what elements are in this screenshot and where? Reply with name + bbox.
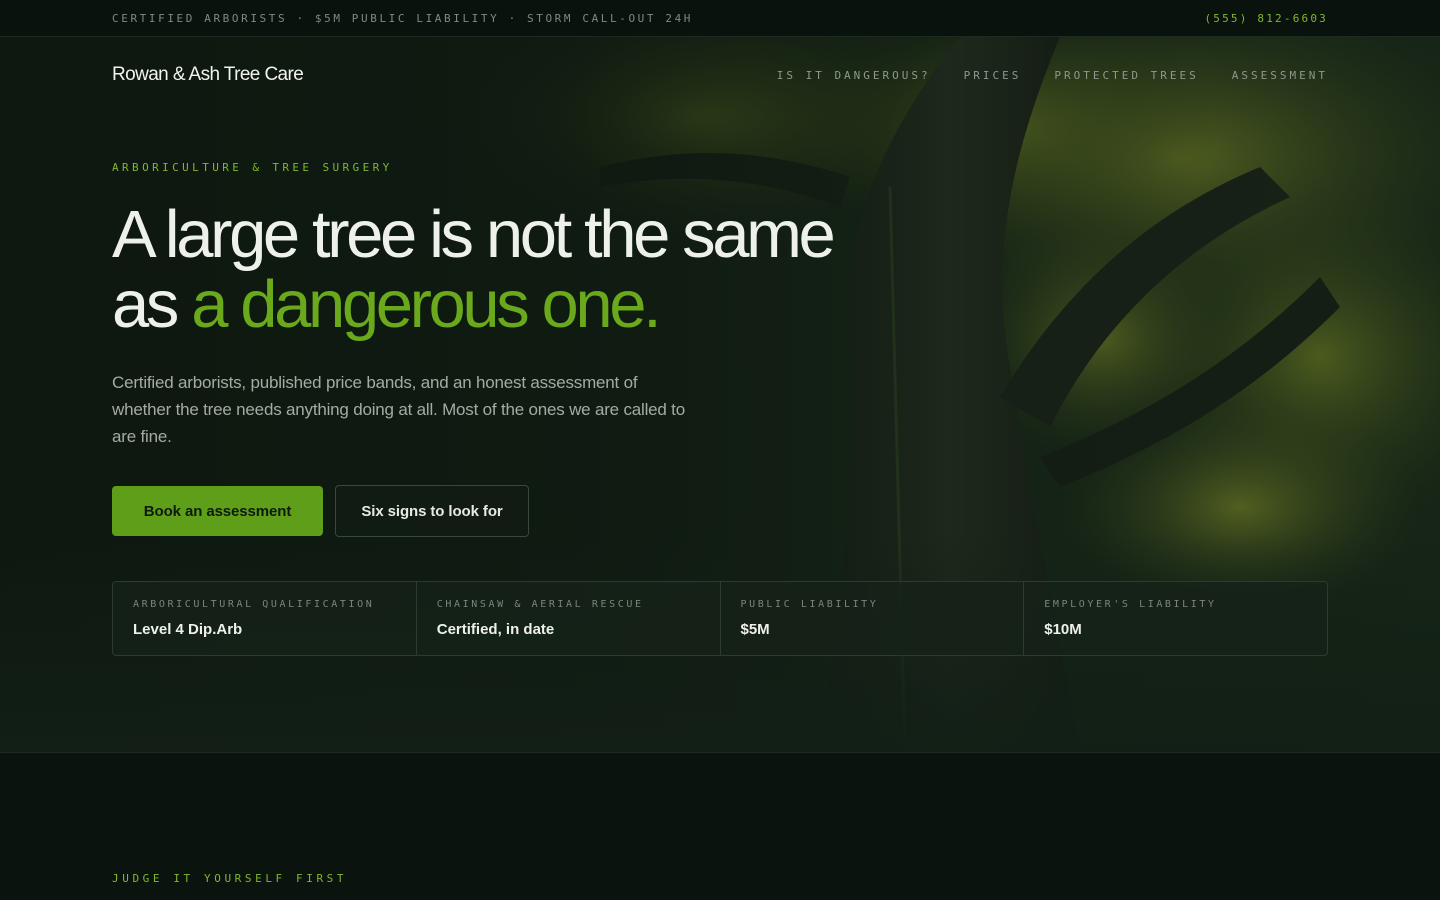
stat-employers-liability: EMPLOYER'S LIABILITY $10M (1024, 582, 1327, 655)
headline-line-1: A large tree is not the same (112, 197, 836, 272)
headline-accent: a dangerous one. (191, 267, 662, 342)
credentials-panel: ARBORICULTURAL QUALIFICATION Level 4 Dip… (112, 581, 1328, 656)
phone-link[interactable]: (555) 812-6603 (1204, 12, 1328, 25)
stat-value: Level 4 Dip.Arb (133, 621, 243, 638)
stat-label: EMPLOYER'S LIABILITY (1044, 599, 1217, 610)
section-eyebrow: JUDGE IT YOURSELF FIRST (112, 872, 348, 885)
hero-lede: Certified arborists, published price ban… (112, 373, 685, 446)
stat-chainsaw: CHAINSAW & AERIAL RESCUE Certified, in d… (417, 582, 721, 655)
stat-public-liability: PUBLIC LIABILITY $5M (721, 582, 1025, 655)
hero-section: Rowan & Ash Tree Care IS IT DANGEROUS? P… (0, 37, 1440, 753)
stat-value: $5M (740, 621, 770, 638)
main-nav: Rowan & Ash Tree Care IS IT DANGEROUS? P… (112, 61, 1328, 89)
nav-link-is-it-dangerous[interactable]: IS IT DANGEROUS? (777, 69, 931, 82)
stat-value: Certified, in date (436, 621, 555, 638)
hero-buttons: Book an assessment Six signs to look for (112, 485, 529, 537)
brand-logo[interactable]: Rowan & Ash Tree Care (112, 64, 304, 86)
stat-qualification: ARBORICULTURAL QUALIFICATION Level 4 Dip… (113, 582, 417, 655)
stat-label: CHAINSAW & AERIAL RESCUE (436, 599, 644, 610)
headline-line-2-prefix: as (112, 267, 192, 342)
credentials-strip: CERTIFIED ARBORISTS · $5M PUBLIC LIABILI… (112, 11, 694, 25)
stat-value: $10M (1044, 621, 1082, 638)
stat-label: ARBORICULTURAL QUALIFICATION (133, 599, 375, 610)
nav-links: IS IT DANGEROUS? PRICES PROTECTED TREES … (777, 69, 1328, 82)
book-assessment-button[interactable]: Book an assessment (112, 486, 323, 536)
six-signs-button[interactable]: Six signs to look for (335, 485, 529, 537)
nav-link-assessment[interactable]: ASSESSMENT (1232, 69, 1328, 82)
hero-eyebrow: ARBORICULTURE & TREE SURGERY (112, 161, 393, 174)
nav-link-prices[interactable]: PRICES (964, 69, 1022, 82)
nav-link-protected-trees[interactable]: PROTECTED TREES (1054, 69, 1198, 82)
hero-headline: A large tree is not the same as a danger… (112, 197, 836, 342)
top-bar: CERTIFIED ARBORISTS · $5M PUBLIC LIABILI… (0, 0, 1440, 37)
stat-label: PUBLIC LIABILITY (740, 599, 879, 610)
